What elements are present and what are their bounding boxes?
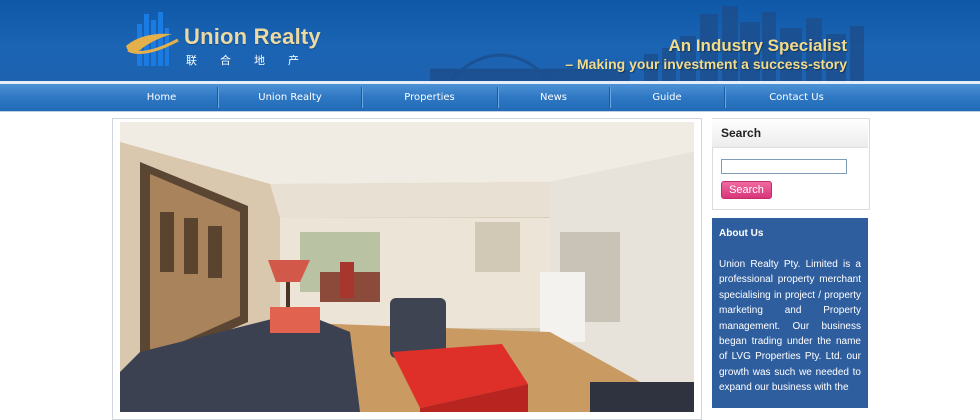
nav-item-home[interactable]: Home [105, 84, 218, 111]
search-input[interactable] [721, 159, 847, 174]
nav-item-contact-us[interactable]: Contact Us [725, 84, 868, 111]
tagline-title: An Industry Specialist [668, 36, 847, 55]
hero-photo [120, 122, 694, 412]
search-button[interactable]: Search [721, 181, 772, 199]
nav-item-guide[interactable]: Guide [610, 84, 724, 111]
union-realty-logo-icon [126, 12, 179, 66]
nav-item-union-realty[interactable]: Union Realty [218, 84, 362, 111]
apartment-living-room-photo [120, 122, 694, 412]
about-us-title: About Us [719, 228, 764, 239]
search-panel-title: Search [721, 126, 762, 140]
brand-name[interactable]: Union Realty [184, 24, 321, 50]
tagline-subtitle: – Making your investment a success-story [565, 56, 847, 72]
brand-chinese-name: 联合地产 [186, 54, 322, 67]
nav-item-properties[interactable]: Properties [362, 84, 497, 111]
main-nav: Home Union Realty Properties News Guide … [0, 84, 980, 112]
nav-item-news[interactable]: News [498, 84, 609, 111]
about-us-text: Union Realty Pty. Limited is a professio… [719, 259, 861, 394]
site-header: Union Realty 联合地产 An Industry Specialist… [0, 0, 980, 84]
